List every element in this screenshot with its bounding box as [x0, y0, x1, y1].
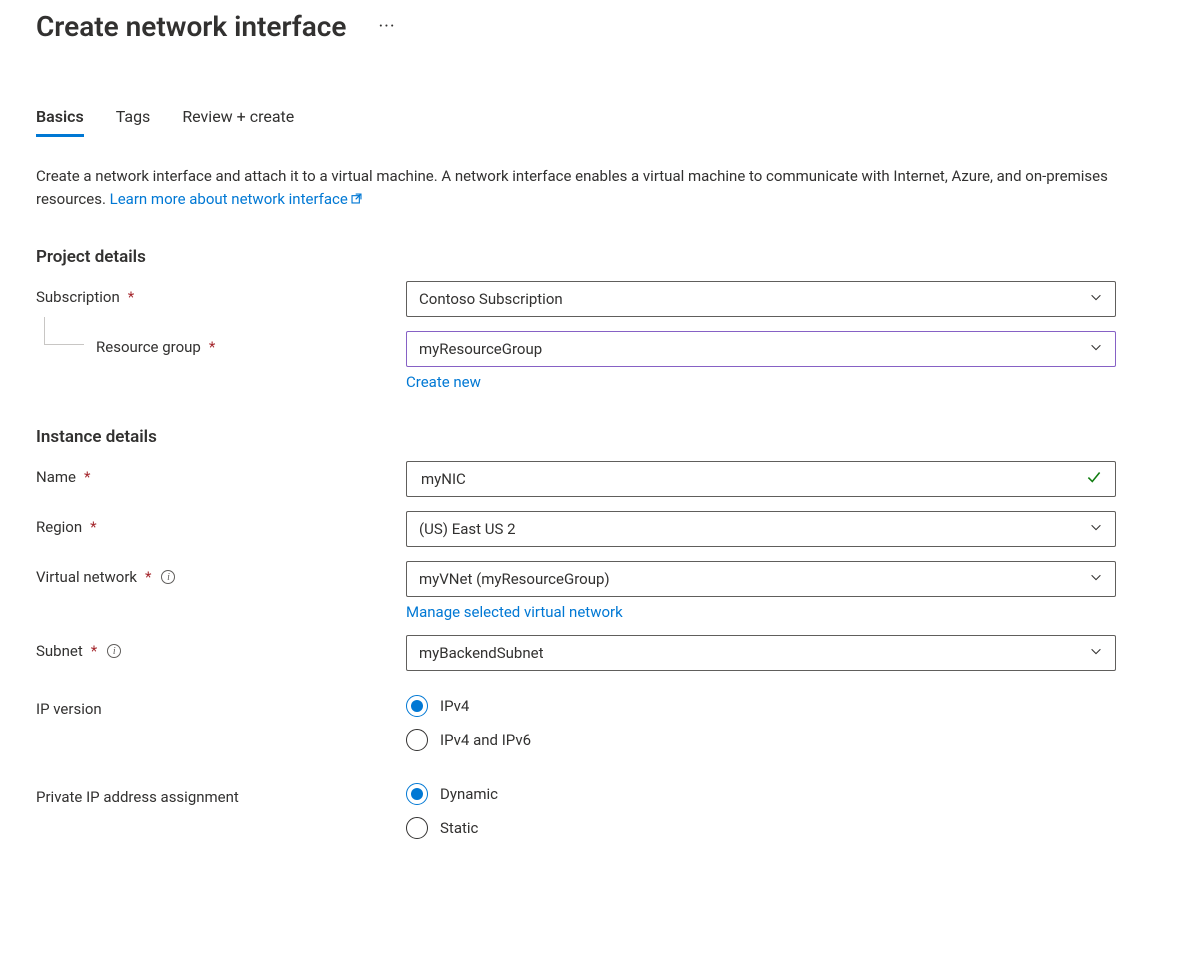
- check-icon: [1085, 468, 1103, 490]
- private-ip-label: Private IP address assignment: [36, 781, 406, 806]
- radio-icon: [406, 783, 428, 805]
- info-icon[interactable]: i: [107, 644, 121, 658]
- chevron-down-icon: [1089, 520, 1103, 538]
- radio-icon: [406, 817, 428, 839]
- instance-details-heading: Instance details: [36, 427, 1164, 447]
- region-value: (US) East US 2: [419, 520, 516, 538]
- project-details-heading: Project details: [36, 247, 1164, 267]
- manage-vnet-link[interactable]: Manage selected virtual network: [406, 603, 623, 621]
- vnet-value: myVNet (myResourceGroup): [419, 570, 610, 588]
- tab-tags[interactable]: Tags: [116, 107, 151, 137]
- private-ip-radio-group: Dynamic Static: [406, 781, 1116, 839]
- learn-more-link[interactable]: Learn more about network interface: [110, 190, 363, 208]
- name-input[interactable]: [419, 462, 1103, 496]
- intro-text: Create a network interface and attach it…: [36, 165, 1136, 211]
- radio-label: IPv4: [440, 697, 469, 715]
- name-input-wrapper: [406, 461, 1116, 497]
- vnet-select[interactable]: myVNet (myResourceGroup): [406, 561, 1116, 597]
- vnet-label: Virtual network* i: [36, 561, 406, 586]
- tab-review-create[interactable]: Review + create: [182, 107, 294, 137]
- resource-group-label: Resource group*: [36, 331, 406, 356]
- tab-basics[interactable]: Basics: [36, 107, 84, 137]
- create-new-resource-group-link[interactable]: Create new: [406, 373, 481, 391]
- name-label: Name*: [36, 461, 406, 486]
- ip-version-ipv4ipv6-radio[interactable]: IPv4 and IPv6: [406, 729, 1116, 751]
- subnet-value: myBackendSubnet: [419, 644, 544, 662]
- chevron-down-icon: [1089, 644, 1103, 662]
- more-actions-button[interactable]: ···: [370, 12, 403, 41]
- ip-version-label: IP version: [36, 693, 406, 718]
- ip-version-ipv4-radio[interactable]: IPv4: [406, 695, 1116, 717]
- radio-label: Dynamic: [440, 785, 498, 803]
- subscription-label: Subscription*: [36, 281, 406, 306]
- external-link-icon: [350, 189, 363, 212]
- radio-icon: [406, 729, 428, 751]
- chevron-down-icon: [1089, 290, 1103, 308]
- ip-version-radio-group: IPv4 IPv4 and IPv6: [406, 693, 1116, 751]
- private-ip-dynamic-radio[interactable]: Dynamic: [406, 783, 1116, 805]
- page-title: Create network interface: [36, 10, 346, 43]
- radio-label: Static: [440, 819, 478, 837]
- tab-bar: Basics Tags Review + create: [36, 107, 1164, 137]
- radio-icon: [406, 695, 428, 717]
- info-icon[interactable]: i: [161, 570, 175, 584]
- private-ip-static-radio[interactable]: Static: [406, 817, 1116, 839]
- region-label: Region*: [36, 511, 406, 536]
- subscription-select[interactable]: Contoso Subscription: [406, 281, 1116, 317]
- subnet-label: Subnet* i: [36, 635, 406, 660]
- chevron-down-icon: [1089, 340, 1103, 358]
- subscription-value: Contoso Subscription: [419, 290, 563, 308]
- region-select[interactable]: (US) East US 2: [406, 511, 1116, 547]
- chevron-down-icon: [1089, 570, 1103, 588]
- resource-group-value: myResourceGroup: [419, 340, 542, 358]
- resource-group-select[interactable]: myResourceGroup: [406, 331, 1116, 367]
- subnet-select[interactable]: myBackendSubnet: [406, 635, 1116, 671]
- indent-bracket-icon: [44, 317, 84, 345]
- radio-label: IPv4 and IPv6: [440, 731, 531, 749]
